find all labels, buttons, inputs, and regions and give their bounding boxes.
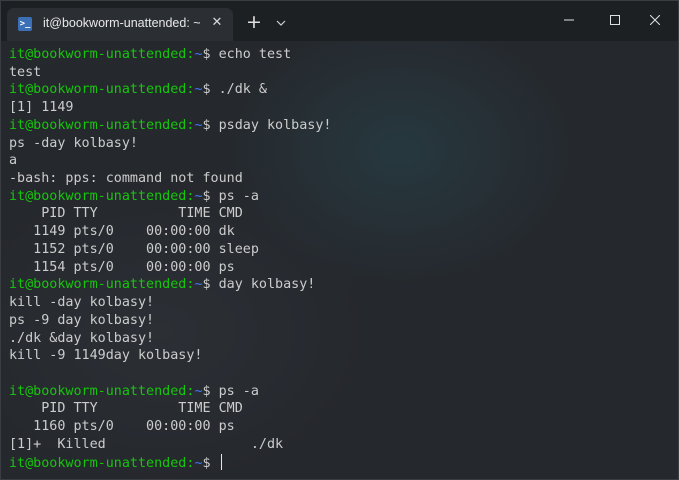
prompt-path: ~: [194, 117, 203, 133]
minimize-icon: [564, 19, 574, 21]
close-button[interactable]: [632, 1, 678, 39]
minimize-button[interactable]: [546, 1, 592, 39]
prompt-line: it@bookworm-unattended:~$ day kolbasy!: [9, 276, 674, 294]
prompt-user-host: it@bookworm-unattended: [9, 383, 187, 399]
prompt-user-host: it@bookworm-unattended: [9, 277, 187, 293]
output-line: 1160 pts/0 00:00:00 ps: [9, 419, 235, 435]
text-cursor: [220, 453, 223, 470]
terminal-window: >_ it@bookworm-unattended: ~ ✕ + it@book…: [0, 0, 679, 480]
close-icon: [650, 15, 660, 25]
output-line: [1] 1149: [9, 100, 74, 116]
output-line: kill -9 1149day kolbasy!: [9, 348, 203, 364]
prompt-path: ~: [194, 82, 203, 98]
output-line: [1]+ Killed ./dk: [9, 436, 284, 452]
prompt-line: it@bookworm-unattended:~$ echo test: [9, 46, 674, 64]
command-text: echo test: [218, 47, 292, 62]
prompt-user-host: it@bookworm-unattended: [9, 455, 187, 471]
output-line: ps -9 day kolbasy!: [9, 312, 155, 328]
title-bar[interactable]: >_ it@bookworm-unattended: ~ ✕ +: [1, 1, 678, 41]
prompt-path: ~: [194, 47, 203, 62]
chevron-down-icon: [276, 20, 286, 26]
output-line: ./dk &day kolbasy!: [9, 330, 155, 346]
terminal-icon: >_: [18, 17, 32, 31]
command-text: day kolbasy!: [218, 277, 316, 293]
output-line: -bash: pps: command not found: [9, 171, 243, 187]
prompt-user-host: it@bookworm-unattended: [9, 82, 187, 98]
tab-title: it@bookworm-unattended: ~: [43, 16, 201, 30]
prompt-symbol: $: [202, 277, 219, 293]
prompt-line: it@bookworm-unattended:~$ ps -a: [9, 383, 674, 401]
command-text: ./dk &: [218, 82, 267, 98]
terminal-output[interactable]: it@bookworm-unattended:~$ echo test test i…: [9, 46, 674, 471]
output-line: 1154 pts/0 00:00:00 ps: [9, 259, 235, 275]
prompt-path: ~: [194, 455, 203, 471]
output-line: test: [9, 64, 42, 80]
prompt-symbol: $: [202, 455, 219, 471]
close-tab-icon[interactable]: ✕: [207, 13, 227, 33]
output-line: PID TTY TIME CMD: [9, 401, 243, 417]
output-line: a: [9, 153, 18, 169]
new-tab-button[interactable]: +: [242, 11, 266, 35]
output-line: kill -day kolbasy!: [9, 295, 155, 311]
prompt-line: it@bookworm-unattended:~$: [9, 453, 674, 472]
tab-dropdown-button[interactable]: [271, 11, 291, 35]
prompt-line: it@bookworm-unattended:~$ ps -a: [9, 188, 674, 206]
prompt-user-host: it@bookworm-unattended: [9, 117, 187, 133]
prompt-symbol: $: [202, 383, 219, 399]
prompt-symbol: $: [202, 188, 219, 204]
maximize-icon: [610, 15, 620, 25]
output-line: PID TTY TIME CMD: [9, 206, 243, 222]
prompt-line: it@bookworm-unattended:~$ ./dk &: [9, 81, 674, 99]
prompt-line: it@bookworm-unattended:~$ psday kolbasy!: [9, 117, 674, 135]
command-text: ps -a: [218, 188, 259, 204]
prompt-path: ~: [194, 277, 203, 293]
command-text: ps -a: [218, 383, 259, 399]
tab-terminal[interactable]: >_ it@bookworm-unattended: ~ ✕: [7, 8, 233, 41]
prompt-symbol: $: [202, 117, 219, 133]
output-line: 1149 pts/0 00:00:00 dk: [9, 224, 235, 240]
prompt-user-host: it@bookworm-unattended: [9, 47, 187, 62]
prompt-symbol: $: [202, 47, 219, 62]
prompt-user-host: it@bookworm-unattended: [9, 188, 187, 204]
prompt-symbol: $: [202, 82, 219, 98]
prompt-path: ~: [194, 383, 203, 399]
output-line: 1152 pts/0 00:00:00 sleep: [9, 241, 259, 257]
output-line: ps -day kolbasy!: [9, 135, 138, 151]
command-text: psday kolbasy!: [218, 117, 332, 133]
prompt-path: ~: [194, 188, 203, 204]
